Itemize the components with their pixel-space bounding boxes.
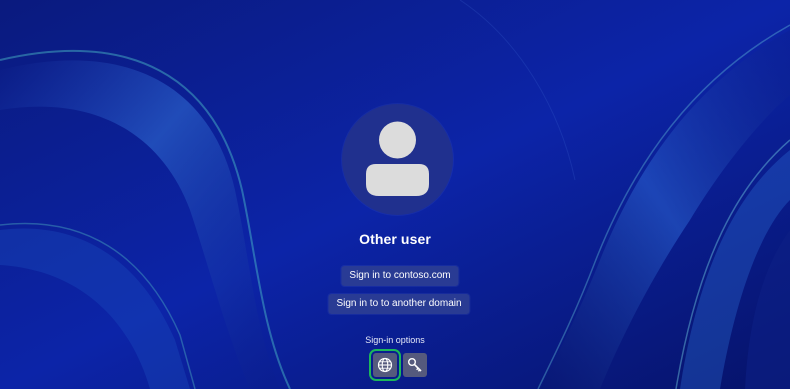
sign-in-other-domain-button[interactable]: Sign in to to another domain [328, 294, 470, 314]
web-sign-in-option-button[interactable] [369, 349, 401, 381]
sign-in-contoso-button[interactable]: Sign in to contoso.com [341, 266, 459, 286]
user-avatar [342, 104, 453, 215]
user-silhouette-icon [366, 121, 429, 196]
key-icon [408, 358, 422, 372]
globe-icon [377, 357, 393, 373]
lock-screen: Other user Sign in to contoso.com Sign i… [0, 0, 790, 389]
username-label: Other user [359, 231, 431, 247]
password-sign-in-option-button[interactable] [403, 353, 427, 377]
sign-in-options-label: Sign-in options [365, 335, 425, 345]
